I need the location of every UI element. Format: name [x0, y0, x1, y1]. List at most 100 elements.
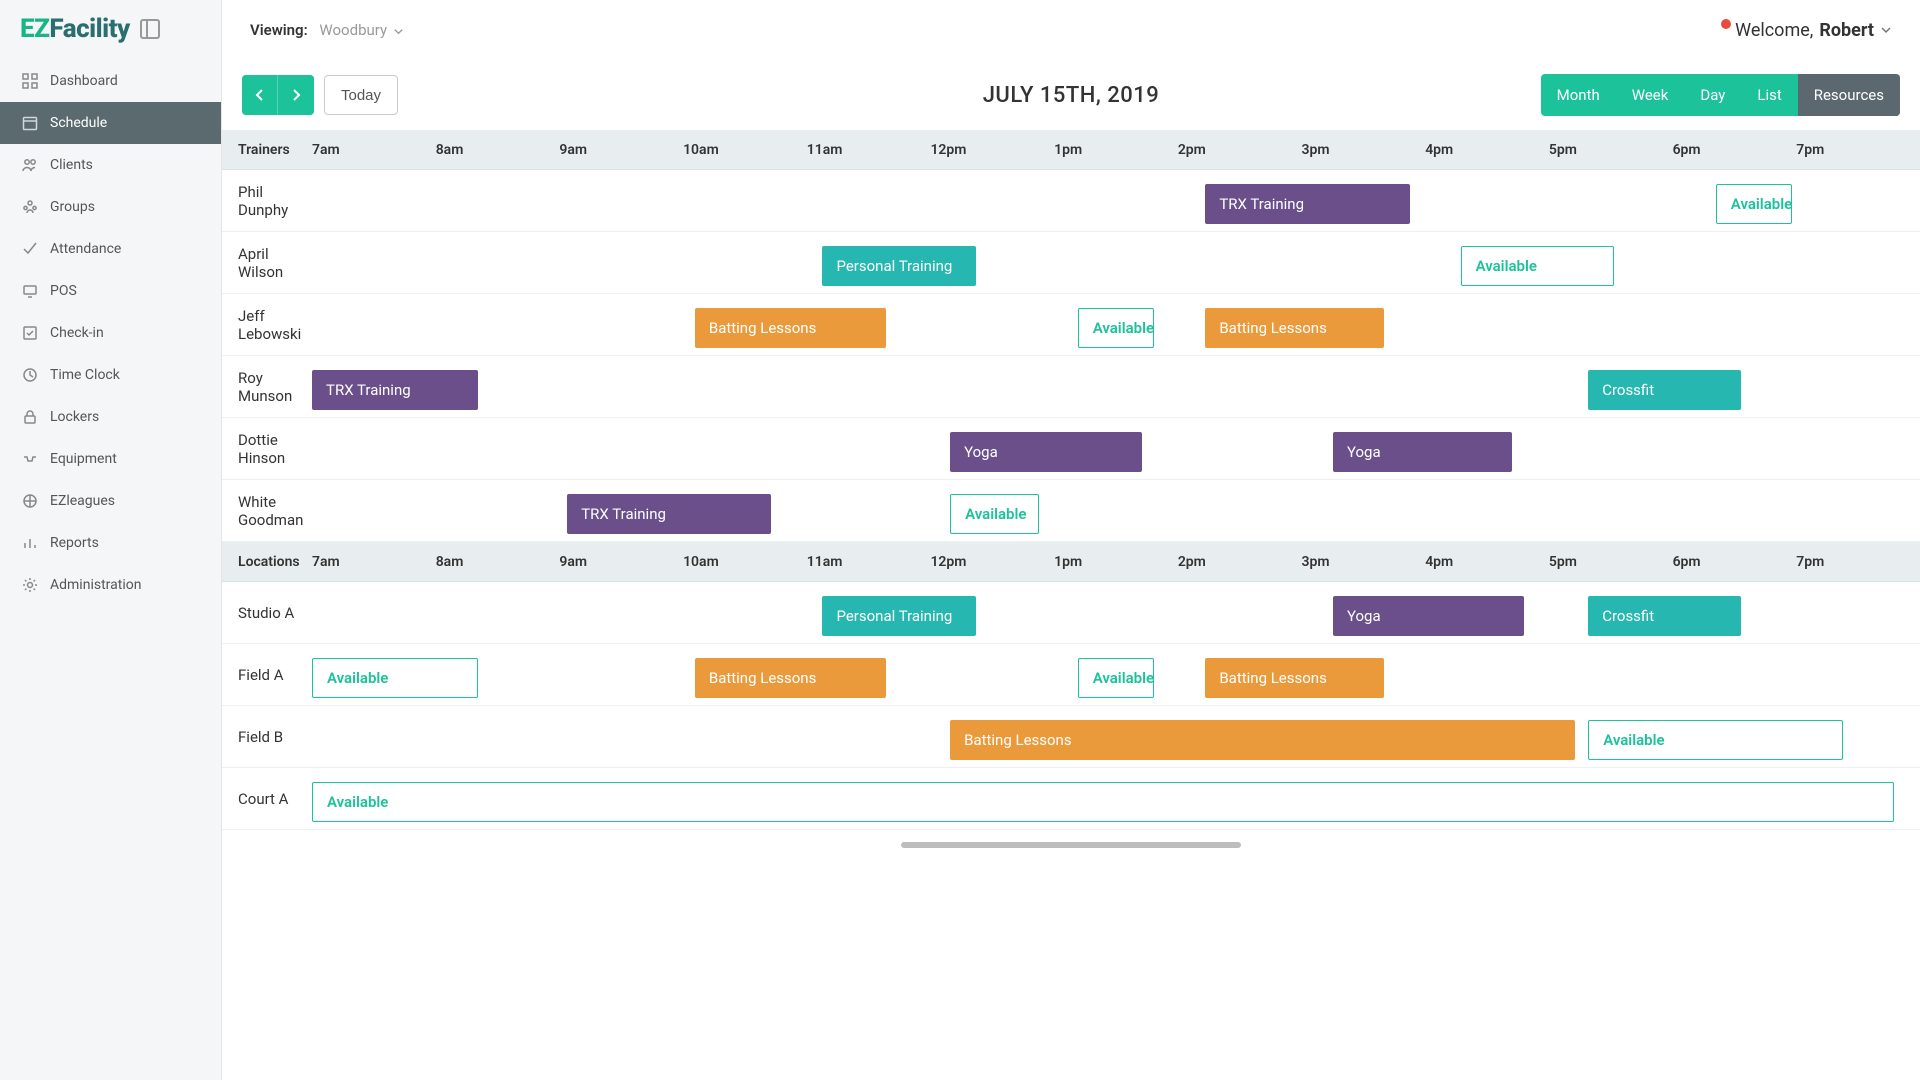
row-track[interactable]: TRX Training Crossfit — [312, 366, 1920, 408]
tab-list[interactable]: List — [1741, 74, 1797, 116]
pos-icon — [22, 283, 38, 299]
sidebar-item-pos[interactable]: POS — [0, 270, 221, 312]
tab-month[interactable]: Month — [1541, 74, 1616, 116]
sidebar-item-label: Clients — [50, 157, 93, 173]
row-track[interactable]: Personal Training Available — [312, 242, 1920, 284]
time-label: 5pm — [1549, 142, 1673, 158]
location-row: Field AAvailableBatting LessonsAvailable… — [222, 644, 1920, 706]
event-trx[interactable]: TRX Training — [312, 370, 478, 410]
time-label: 11am — [807, 142, 931, 158]
viewing-selector[interactable]: Viewing: Woodbury — [250, 21, 404, 39]
calendar-icon — [22, 115, 38, 131]
locations-header-row: Locations 7am8am9am10am11am12pm1pm2pm3pm… — [222, 542, 1920, 582]
tab-day[interactable]: Day — [1684, 74, 1741, 116]
event-available[interactable]: Available — [1461, 246, 1614, 286]
checkin-icon — [22, 325, 38, 341]
dashboard-icon — [22, 73, 38, 89]
sidebar-item-schedule[interactable]: Schedule — [0, 102, 221, 144]
time-label: 12pm — [930, 142, 1054, 158]
event-batting[interactable]: Batting Lessons — [1205, 308, 1384, 348]
sidebar-item-equipment[interactable]: Equipment — [0, 438, 221, 480]
row-track[interactable]: Available — [312, 778, 1920, 820]
row-track[interactable]: Batting Lessons Available — [312, 716, 1920, 758]
location-row: Studio APersonal TrainingYogaCrossfit — [222, 582, 1920, 644]
event-trx[interactable]: TRX Training — [567, 494, 771, 534]
location-row: Court AAvailable — [222, 768, 1920, 830]
sidebar-item-checkin[interactable]: Check-in — [0, 312, 221, 354]
date-nav-arrows — [242, 75, 314, 115]
trainer-row: April WilsonPersonal TrainingAvailable — [222, 232, 1920, 294]
event-personal[interactable]: Personal Training — [822, 246, 975, 286]
sidebar-item-label: Check-in — [50, 325, 104, 341]
sidebar-item-groups[interactable]: Groups — [0, 186, 221, 228]
sidebar-item-label: Groups — [50, 199, 95, 215]
event-available[interactable]: Available — [1078, 308, 1155, 348]
attendance-icon — [22, 241, 38, 257]
row-track[interactable]: TRX Training Available — [312, 180, 1920, 222]
row-track[interactable]: TRX Training Available — [312, 490, 1920, 532]
row-label: Phil Dunphy — [222, 183, 312, 219]
event-available[interactable]: Available — [950, 494, 1039, 534]
event-available[interactable]: Available — [312, 782, 1894, 822]
time-label: 7am — [312, 554, 436, 570]
event-crossfit[interactable]: Crossfit — [1588, 596, 1741, 636]
schedule-toolbar: Today JULY 15TH, 2019 Month Week Day Lis… — [222, 60, 1920, 130]
time-label: 7pm — [1796, 554, 1920, 570]
event-yoga[interactable]: Yoga — [1333, 596, 1524, 636]
time-label: 1pm — [1054, 554, 1178, 570]
row-track[interactable]: Batting Lessons Available Batting Lessons — [312, 304, 1920, 346]
sidebar-item-timeclock[interactable]: Time Clock — [0, 354, 221, 396]
time-label: 12pm — [930, 554, 1054, 570]
sidebar-item-attendance[interactable]: Attendance — [0, 228, 221, 270]
welcome-user[interactable]: Welcome, Robert — [1721, 20, 1892, 41]
event-available[interactable]: Available — [312, 658, 478, 698]
time-label: 7am — [312, 142, 436, 158]
sidebar-item-label: Attendance — [50, 241, 121, 257]
sidebar-item-label: Time Clock — [50, 367, 120, 383]
prev-button[interactable] — [242, 75, 278, 115]
viewing-value: Woodbury — [319, 21, 387, 39]
row-track[interactable]: Personal Training Yoga Crossfit — [312, 592, 1920, 634]
sidebar-item-reports[interactable]: Reports — [0, 522, 221, 564]
event-trx[interactable]: TRX Training — [1205, 184, 1409, 224]
equipment-icon — [22, 451, 38, 467]
row-label: Field B — [222, 728, 312, 746]
sidebar-collapse-icon[interactable] — [140, 19, 160, 39]
event-batting[interactable]: Batting Lessons — [950, 720, 1575, 760]
event-available[interactable]: Available — [1716, 184, 1793, 224]
event-yoga[interactable]: Yoga — [950, 432, 1141, 472]
time-label: 3pm — [1302, 554, 1426, 570]
trainer-row: Dottie Hinson Yoga Yoga — [222, 418, 1920, 480]
row-track[interactable]: Available Batting Lessons Available Batting… — [312, 654, 1920, 696]
tab-resources[interactable]: Resources — [1798, 74, 1900, 116]
clock-icon — [22, 367, 38, 383]
gear-icon — [22, 577, 38, 593]
topbar: Viewing: Woodbury Welcome, Robert — [222, 0, 1920, 60]
sidebar-item-dashboard[interactable]: Dashboard — [0, 60, 221, 102]
sidebar-item-lockers[interactable]: Lockers — [0, 396, 221, 438]
time-label: 10am — [683, 142, 807, 158]
sidebar-item-label: POS — [50, 283, 77, 299]
event-batting[interactable]: Batting Lessons — [695, 658, 886, 698]
row-track[interactable]: Yoga Yoga — [312, 428, 1920, 470]
trainer-row: Phil Dunphy TRX Training Available — [222, 170, 1920, 232]
row-label: Dottie Hinson — [222, 431, 312, 467]
sidebar-item-label: Equipment — [50, 451, 117, 467]
row-label: Field A — [222, 666, 312, 684]
trainer-row: Jeff LebowskiBatting LessonsAvailableBat… — [222, 294, 1920, 356]
today-button[interactable]: Today — [324, 75, 398, 115]
event-batting[interactable]: Batting Lessons — [695, 308, 886, 348]
event-crossfit[interactable]: Crossfit — [1588, 370, 1741, 410]
event-batting[interactable]: Batting Lessons — [1205, 658, 1384, 698]
time-label: 10am — [683, 554, 807, 570]
event-available[interactable]: Available — [1078, 658, 1155, 698]
tab-week[interactable]: Week — [1616, 74, 1685, 116]
sidebar-item-clients[interactable]: Clients — [0, 144, 221, 186]
event-available[interactable]: Available — [1588, 720, 1843, 760]
event-personal[interactable]: Personal Training — [822, 596, 975, 636]
event-yoga[interactable]: Yoga — [1333, 432, 1512, 472]
next-button[interactable] — [278, 75, 314, 115]
sidebar-item-administration[interactable]: Administration — [0, 564, 221, 606]
sidebar-item-ezleagues[interactable]: EZleagues — [0, 480, 221, 522]
horizontal-scrollbar[interactable] — [901, 842, 1241, 848]
